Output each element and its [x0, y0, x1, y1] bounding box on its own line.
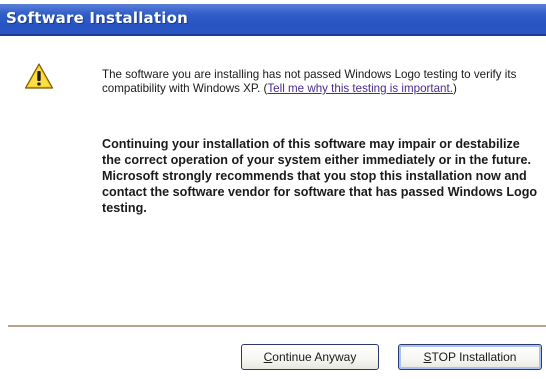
stop-label: TOP Installation [431, 350, 517, 364]
stop-mnemonic: S [423, 350, 432, 364]
warning-icon [24, 62, 54, 90]
title-bar[interactable]: Software Installation [0, 4, 546, 36]
separator [8, 325, 546, 327]
window-title: Software Installation [6, 9, 188, 27]
logo-testing-close: ) [452, 82, 457, 95]
continue-mnemonic: C [263, 350, 273, 364]
software-installation-dialog: Software Installation The software you a… [0, 0, 546, 379]
continue-label: ontinue Anyway [272, 350, 357, 364]
warning-recommendation-text: Continuing your installation of this sof… [102, 137, 538, 215]
continue-anyway-button[interactable]: Continue Anyway [241, 344, 379, 370]
tell-me-why-link[interactable]: Tell me why this testing is important. [267, 82, 453, 95]
stop-installation-button[interactable]: STOP Installation [398, 344, 542, 370]
logo-testing-message: The software you are installing has not … [102, 68, 538, 96]
